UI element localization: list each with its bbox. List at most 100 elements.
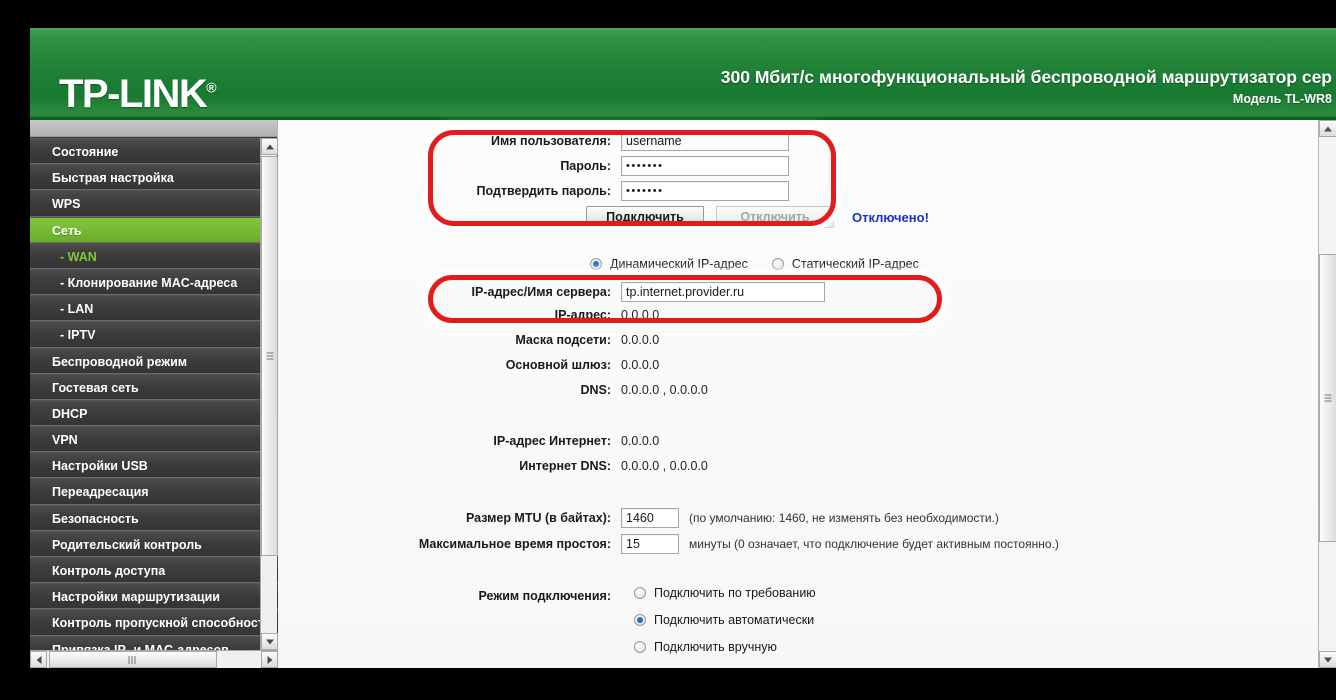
main-scrollbar-thumb[interactable]: [1319, 254, 1336, 542]
sidebar-top-strip: [30, 120, 277, 137]
sidebar-vertical-scrollbar[interactable]: [260, 138, 278, 650]
sidebar-item-14[interactable]: Безопасность: [30, 504, 278, 531]
row-subnet-mask: Маска подсети: 0.0.0.0: [399, 333, 659, 347]
radio-icon[interactable]: [634, 587, 646, 599]
sidebar-hscroll-track[interactable]: [217, 651, 261, 668]
connection-mode-option-label: Подключить автоматически: [654, 613, 815, 627]
sidebar-item-13[interactable]: Переадресация: [30, 478, 278, 505]
sidebar-item-12[interactable]: Настройки USB: [30, 452, 278, 479]
connection-mode-options: Подключить по требованию Подключить автом…: [634, 586, 816, 667]
confirm-password-input[interactable]: •••••••: [621, 181, 789, 201]
radio-icon[interactable]: [634, 614, 646, 626]
row-dns: DNS: 0.0.0.0 , 0.0.0.0: [399, 383, 707, 397]
row-ip-mode: Динамический IP-адрес Статический IP-адр…: [590, 257, 919, 271]
sidebar-item-6[interactable]: - LAN: [30, 295, 278, 322]
page-body: Состояние Быстрая настройка WPS Сеть - WAN - …: [30, 120, 1336, 668]
max-idle-label: Максимальное время простоя:: [418, 537, 611, 551]
sidebar-item-19[interactable]: Привязка IP- и MAC-адресов: [30, 635, 278, 650]
internet-ip-value: 0.0.0.0: [621, 434, 660, 448]
radio-static-ip-label: Статический IP-адрес: [791, 257, 919, 271]
product-model: Модель TL-WR8: [1232, 92, 1332, 106]
radio-static-ip[interactable]: Статический IP-адрес: [771, 257, 919, 271]
sidebar-horizontal-scrollbar[interactable]: [30, 650, 278, 668]
ip-address-label: IP-адрес:: [554, 308, 611, 322]
row-mtu: Размер MTU (в байтах): 1460 (по умолчани…: [399, 508, 999, 528]
main-scroll-up-button[interactable]: [1319, 120, 1336, 137]
internet-dns-label: Интернет DNS:: [519, 459, 611, 473]
dns-label: DNS:: [580, 383, 611, 397]
sidebar-scroll-down-button[interactable]: [261, 633, 278, 650]
confirm-password-label: Подтвердить пароль:: [476, 184, 611, 198]
sidebar-item-3[interactable]: Сеть: [30, 216, 278, 243]
username-label: Имя пользователя:: [491, 134, 611, 148]
main-scroll-track[interactable]: [1319, 137, 1336, 254]
username-input[interactable]: username: [621, 131, 789, 151]
subnet-mask-value: 0.0.0.0: [621, 333, 660, 347]
grip-icon: [128, 655, 138, 664]
chevron-left-icon: [36, 655, 41, 664]
row-connection-mode-label: Режим подключения:: [399, 589, 621, 603]
radio-icon[interactable]: [771, 258, 784, 270]
max-idle-input[interactable]: 15: [621, 534, 679, 554]
mtu-label: Размер MTU (в байтах):: [465, 511, 611, 525]
password-input[interactable]: •••••••: [621, 156, 789, 176]
ip-address-value: 0.0.0.0: [621, 308, 660, 322]
row-password: Пароль: •••••••: [399, 156, 789, 176]
sidebar-item-7[interactable]: - IPTV: [30, 321, 278, 348]
main-scroll-down-button[interactable]: [1319, 651, 1336, 668]
sidebar-scroll-up-button[interactable]: [261, 138, 278, 155]
header-title-block: 300 Мбит/с многофункциональный беспровод…: [721, 66, 1336, 108]
sidebar-item-15[interactable]: Родительский контроль: [30, 530, 278, 557]
sidebar-item-18[interactable]: Контроль пропускной способности: [30, 609, 278, 636]
sidebar-item-11[interactable]: VPN: [30, 426, 278, 453]
connect-button[interactable]: Подключить: [586, 206, 704, 228]
sidebar-scroll-left-button[interactable]: [30, 651, 47, 668]
chevron-up-icon: [265, 144, 274, 149]
router-admin-page: TP-LINK® 300 Мбит/с многофункциональный …: [30, 28, 1336, 668]
sidebar: Состояние Быстрая настройка WPS Сеть - WAN - …: [30, 120, 278, 668]
sidebar-item-16[interactable]: Контроль доступа: [30, 557, 278, 584]
logo-text: TP-LINK: [59, 72, 208, 116]
row-username: Имя пользователя: username: [399, 131, 789, 151]
subnet-mask-label: Маска подсети:: [515, 333, 611, 347]
radio-dynamic-ip[interactable]: Динамический IP-адрес: [590, 257, 748, 271]
radio-icon[interactable]: [634, 641, 646, 653]
row-max-idle: Максимальное время простоя: 15 минуты (0…: [399, 534, 1059, 554]
product-title: 300 Мбит/с многофункциональный беспровод…: [720, 67, 1332, 87]
default-gateway-label: Основной шлюз:: [505, 358, 611, 372]
sidebar-item-2[interactable]: WPS: [30, 190, 278, 217]
sidebar-scroll-right-button[interactable]: [261, 651, 278, 668]
sidebar-item-8[interactable]: Беспроводной режим: [30, 347, 278, 374]
row-server-address: IP-адрес/Имя сервера: tp.internet.provid…: [399, 282, 825, 302]
server-address-input[interactable]: tp.internet.provider.ru: [621, 282, 825, 302]
connection-mode-option-2[interactable]: Подключить вручную: [634, 640, 816, 654]
max-idle-hint: минуты (0 означает, что подключение буде…: [689, 537, 1059, 551]
sidebar-item-17[interactable]: Настройки маршрутизации: [30, 583, 278, 610]
chevron-down-icon: [265, 639, 274, 644]
page-header: TP-LINK® 300 Мбит/с многофункциональный …: [30, 28, 1336, 120]
sidebar-item-9[interactable]: Гостевая сеть: [30, 373, 278, 400]
connection-mode-option-label: Подключить по требованию: [654, 586, 816, 600]
row-internet-ip: IP-адрес Интернет: 0.0.0.0: [399, 434, 659, 448]
internet-dns-value: 0.0.0.0 , 0.0.0.0: [621, 459, 708, 473]
sidebar-item-4[interactable]: - WAN: [30, 242, 278, 269]
sidebar-scrollbar-thumb[interactable]: [261, 156, 278, 556]
sidebar-item-10[interactable]: DHCP: [30, 399, 278, 427]
radio-icon[interactable]: [590, 258, 602, 270]
connection-mode-option-1[interactable]: Подключить автоматически: [634, 613, 816, 627]
sidebar-item-0[interactable]: Состояние: [30, 138, 278, 165]
chevron-down-icon: [1324, 657, 1332, 662]
mtu-input[interactable]: 1460: [621, 508, 679, 528]
row-default-gateway: Основной шлюз: 0.0.0.0: [399, 358, 660, 372]
connection-mode-label: Режим подключения:: [478, 589, 611, 603]
connection-mode-option-0[interactable]: Подключить по требованию: [634, 586, 816, 600]
sidebar-hscrollbar-thumb[interactable]: [49, 651, 217, 668]
sidebar-item-1[interactable]: Быстрая настройка: [30, 164, 278, 191]
sidebar-item-5[interactable]: - Клонирование MAC-адреса: [30, 268, 278, 296]
mtu-hint: (по умолчанию: 1460, не изменять без нео…: [689, 511, 999, 525]
password-label: Пароль:: [560, 159, 611, 173]
registered-mark-icon: ®: [206, 79, 217, 96]
row-internet-dns: Интернет DNS: 0.0.0.0 , 0.0.0.0: [399, 459, 708, 473]
main-vertical-scrollbar[interactable]: [1318, 120, 1336, 668]
screenshot-root: TP-LINK® 300 Мбит/с многофункциональный …: [0, 0, 1336, 700]
